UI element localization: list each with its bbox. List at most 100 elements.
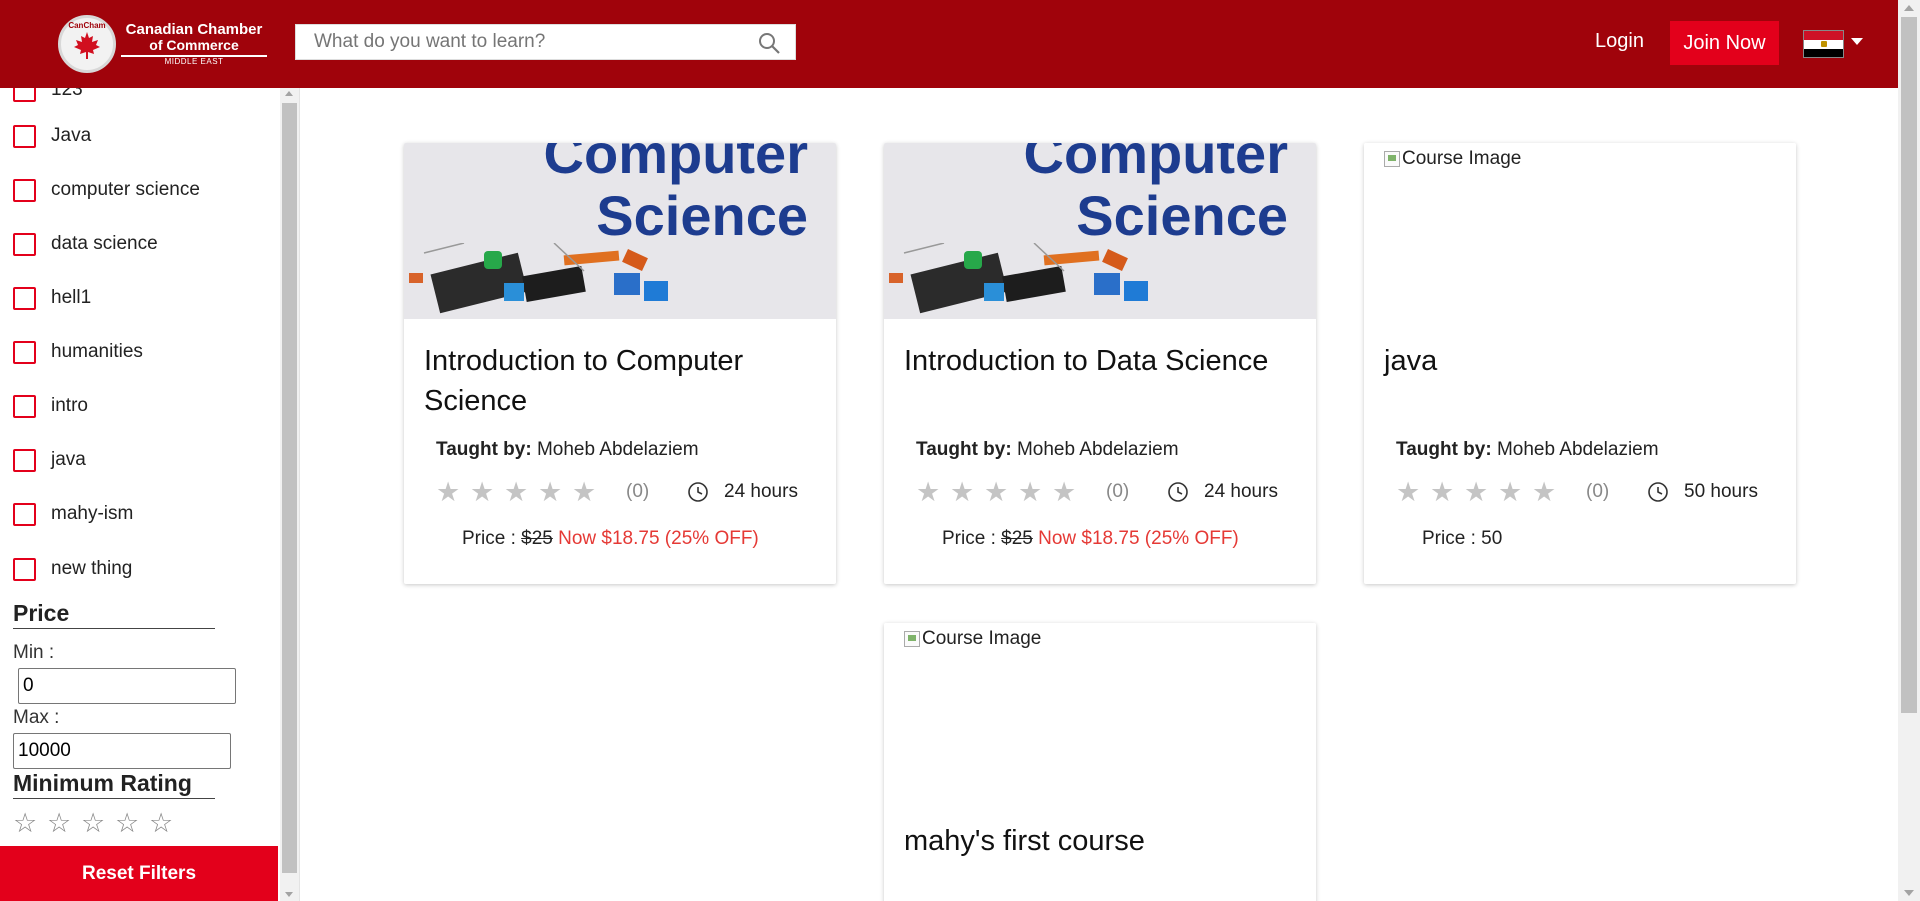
price-label: Price : (942, 528, 996, 549)
egypt-flag-icon[interactable] (1803, 30, 1844, 58)
scroll-down-icon[interactable] (1904, 890, 1914, 896)
search-input[interactable] (296, 25, 746, 59)
course-title[interactable]: Introduction to Data Science (904, 341, 1294, 381)
category-item[interactable]: 123 (13, 88, 83, 105)
category-checkbox[interactable] (13, 232, 36, 256)
image-alt-text: Course Image (922, 628, 1042, 649)
category-label: 123 (51, 88, 83, 100)
rating-stars: ★ ★ ★ ★ ★ (436, 477, 606, 507)
course-card[interactable]: Computer Science Introduction to Compute… (404, 143, 836, 584)
star-icon[interactable]: ☆ (13, 808, 47, 838)
star-icon: ★ (1464, 477, 1489, 507)
category-item[interactable]: humanities (13, 337, 143, 367)
category-item[interactable]: new thing (13, 554, 132, 584)
chamber-seal-icon: CanCham (58, 15, 116, 73)
category-checkbox[interactable] (13, 124, 36, 148)
course-card[interactable]: Computer Science Introduction to Data Sc… (884, 143, 1316, 584)
category-label: Java (51, 125, 92, 146)
category-item[interactable]: java (13, 445, 86, 475)
course-title[interactable]: Introduction to Computer Science (424, 341, 814, 421)
star-icon[interactable]: ☆ (115, 808, 149, 838)
original-price: $25 (1001, 528, 1033, 549)
broken-image-icon (1384, 151, 1400, 167)
course-duration: 24 hours (724, 481, 798, 502)
scrollbar-thumb[interactable] (1901, 17, 1917, 713)
scroll-down-icon[interactable] (285, 892, 293, 897)
discounted-price: Now $18.75 (25% OFF) (558, 528, 759, 549)
category-item[interactable]: computer science (13, 175, 200, 205)
broken-image-icon (904, 631, 920, 647)
scrollbar-thumb[interactable] (282, 103, 297, 873)
category-checkbox[interactable] (13, 88, 36, 102)
category-label: mahy-ism (51, 503, 134, 524)
star-icon[interactable]: ☆ (47, 808, 81, 838)
min-price-input[interactable] (18, 668, 236, 704)
course-duration: 24 hours (1204, 481, 1278, 502)
star-icon: ★ (538, 477, 563, 507)
logo-line-2: of Commerce (149, 36, 239, 53)
image-alt-text: Course Image (1402, 148, 1522, 169)
rating-count: (0) (1586, 481, 1610, 502)
category-checkbox[interactable] (13, 178, 36, 202)
star-icon: ★ (1052, 477, 1077, 507)
taught-by-label: Taught by: (436, 439, 532, 460)
category-item[interactable]: Java (13, 121, 91, 151)
course-image[interactable]: Computer Science (404, 143, 836, 319)
category-item[interactable]: mahy-ism (13, 499, 133, 529)
category-checkbox[interactable] (13, 394, 36, 418)
clock-icon (1648, 482, 1668, 502)
course-image[interactable]: Computer Science (884, 143, 1316, 319)
login-link[interactable]: Login (1595, 30, 1644, 53)
search-icon[interactable] (757, 31, 781, 55)
category-item[interactable]: intro (13, 391, 88, 421)
star-icon[interactable]: ☆ (81, 808, 115, 838)
minimum-rating-stars[interactable]: ☆ ☆ ☆ ☆ ☆ (13, 808, 183, 838)
clock-icon (688, 482, 708, 502)
course-price: Price : 50 (1422, 528, 1503, 549)
course-image[interactable]: Course Image (884, 623, 1316, 799)
category-item[interactable]: hell1 (13, 283, 91, 313)
course-card[interactable]: Course Image mahy's first course (884, 623, 1316, 901)
star-icon[interactable]: ☆ (149, 808, 183, 838)
logo-line-3: MIDDLE EAST (121, 54, 267, 66)
star-icon: ★ (1430, 477, 1455, 507)
broken-image-alt: Course Image (1384, 148, 1521, 170)
page-scrollbar[interactable] (1898, 0, 1920, 901)
category-checkbox[interactable] (13, 557, 36, 581)
reset-filters-button[interactable]: Reset Filters (0, 846, 278, 901)
minimum-rating-heading: Minimum Rating (13, 770, 215, 799)
category-checkbox[interactable] (13, 340, 36, 364)
logo-line-1: Canadian Chamber (125, 21, 263, 39)
star-icon: ★ (504, 477, 529, 507)
course-title[interactable]: java (1384, 341, 1774, 381)
star-icon: ★ (950, 477, 975, 507)
image-text-line-2: Science (596, 184, 808, 247)
search-box (295, 24, 796, 60)
scroll-up-icon[interactable] (1904, 5, 1914, 11)
category-checkbox[interactable] (13, 502, 36, 526)
rating-stars: ★ ★ ★ ★ ★ (916, 477, 1086, 507)
join-now-button[interactable]: Join Now (1670, 21, 1779, 65)
taught-by-label: Taught by: (1396, 439, 1492, 460)
canadian-chamber-logo[interactable]: CanCham Canadian Chamber of Commerce MID… (58, 14, 268, 74)
course-card[interactable]: Course Image java Taught by: Moheb Abdel… (1364, 143, 1796, 584)
category-checkbox[interactable] (13, 448, 36, 472)
maple-leaf-icon (74, 32, 100, 59)
electronic-components-illustration (409, 243, 668, 314)
max-price-input[interactable] (13, 733, 231, 769)
course-title[interactable]: mahy's first course (904, 821, 1294, 861)
course-price: Price : $25 Now $18.75 (25% OFF) (942, 528, 1239, 550)
course-image[interactable]: Course Image (1364, 143, 1796, 319)
sidebar-scrollbar[interactable] (280, 88, 299, 901)
instructor-line: Taught by: Moheb Abdelaziem (436, 439, 699, 461)
course-price: Price : $25 Now $18.75 (25% OFF) (462, 528, 759, 550)
scroll-up-icon[interactable] (285, 91, 293, 96)
chevron-down-icon[interactable] (1851, 38, 1863, 45)
electronic-components-illustration (889, 243, 1148, 314)
star-icon: ★ (1018, 477, 1043, 507)
category-checkbox[interactable] (13, 286, 36, 310)
star-icon: ★ (572, 477, 597, 507)
original-price: $25 (521, 528, 553, 549)
logo-wordmark: Canadian Chamber of Commerce MIDDLE EAST (121, 22, 267, 66)
category-item[interactable]: data science (13, 229, 158, 259)
